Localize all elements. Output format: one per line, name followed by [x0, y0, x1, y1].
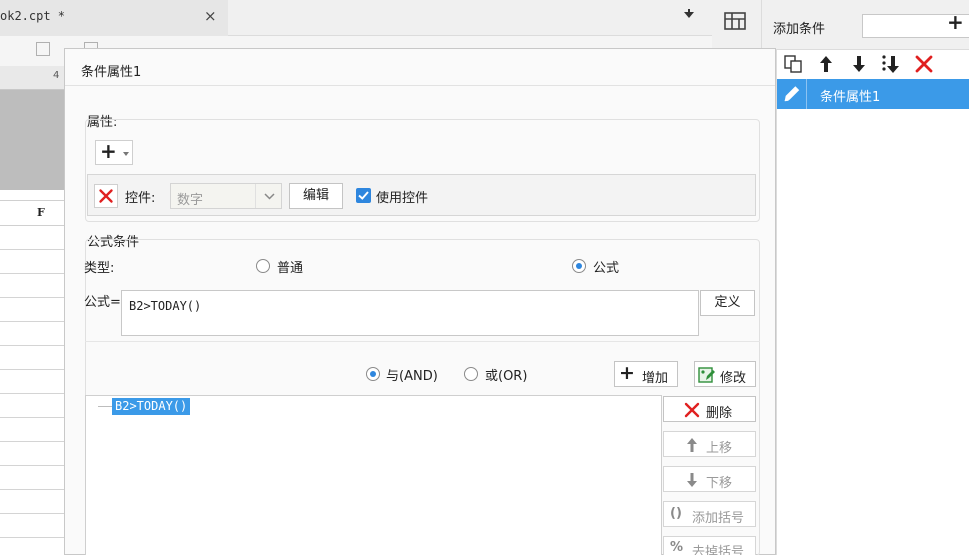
formula-input[interactable]: B2>TODAY() [121, 290, 699, 336]
edit-pencil-icon [784, 79, 807, 109]
delete-icon[interactable] [913, 53, 935, 75]
type-normal-radio[interactable] [256, 259, 270, 273]
type-formula-label: 公式 [593, 261, 620, 276]
remove-parentheses-icon: % [670, 540, 684, 555]
sheet-grid[interactable] [0, 226, 64, 555]
condition-panel-header: 添加条件 + [762, 0, 969, 50]
ruler: 4 [0, 66, 64, 90]
delete-button[interactable]: 删除 [663, 396, 756, 422]
copy-icon[interactable] [782, 53, 804, 75]
cell-attributes-icon[interactable] [724, 12, 746, 30]
chevron-down-icon [255, 184, 282, 208]
control-type-select[interactable]: 数字 [170, 183, 282, 209]
delete-button-label: 删除 [706, 406, 733, 421]
ruler-number: 4 [53, 70, 60, 81]
condition-panel: 条件属性1 [776, 50, 969, 555]
column-header[interactable]: F [0, 200, 64, 226]
condition-properties-dialog: 条件属性1 属性: + 控件: 数字 编辑 使用控件 公式条件 类型: 普通 公… [64, 48, 776, 555]
move-down-button[interactable]: 下移 [663, 466, 756, 492]
type-normal-label: 普通 [277, 261, 304, 276]
add-parentheses-button[interactable]: () 添加括号 [663, 501, 756, 527]
control-attribute-row: 控件: 数字 编辑 使用控件 [87, 174, 756, 216]
modify-button-label: 修改 [720, 371, 747, 386]
arrow-up-icon [687, 438, 697, 452]
plus-icon: + [619, 362, 635, 384]
add-button[interactable]: + 增加 [614, 361, 678, 387]
move-bottom-icon[interactable] [879, 53, 901, 75]
formula-label: 公式= [84, 295, 121, 310]
add-parentheses-label: 添加括号 [692, 511, 745, 526]
logic-and-radio[interactable] [366, 367, 380, 381]
logic-or-label: 或(OR) [485, 369, 528, 384]
checkmark-icon [358, 191, 369, 200]
delete-icon [684, 402, 700, 418]
tab-close-icon[interactable]: × [204, 7, 217, 25]
plus-icon: + [100, 139, 117, 163]
workbook-tab[interactable]: ok2.cpt * × [0, 0, 228, 36]
modify-button[interactable]: 修改 [694, 361, 756, 387]
move-down-button-label: 下移 [706, 476, 733, 491]
edit-button[interactable]: 编辑 [289, 183, 343, 209]
delete-icon [99, 189, 113, 203]
type-label: 类型: [84, 261, 115, 276]
add-button-label: 增加 [642, 371, 669, 386]
logic-and-label: 与(AND) [386, 369, 438, 384]
column-letter: F [37, 206, 45, 219]
type-formula-radio[interactable] [572, 259, 586, 273]
condition-list-item-label: 条件属性1 [820, 90, 881, 105]
arrow-down-icon[interactable] [848, 53, 870, 75]
define-button[interactable]: 定义 [700, 290, 755, 316]
arrow-down-icon [687, 473, 697, 487]
condition-list-entry[interactable]: B2>TODAY() [112, 398, 191, 415]
dialog-title: 条件属性1 [81, 65, 142, 80]
parentheses-icon: () [670, 506, 682, 521]
logic-or-radio[interactable] [464, 367, 478, 381]
control-label: 控件: [125, 191, 156, 206]
use-control-label: 使用控件 [376, 191, 429, 206]
add-condition-icon[interactable]: + [947, 10, 964, 34]
condition-list-item[interactable]: 条件属性1 [777, 79, 969, 109]
sheet-gray-area [0, 90, 64, 190]
condition-list[interactable]: B2>TODAY() [85, 395, 662, 555]
condition-toolbar [777, 50, 969, 78]
dropdown-arrow-icon [123, 152, 129, 156]
use-control-checkbox[interactable] [356, 188, 371, 203]
workbook-tab-bar: ok2.cpt * × [0, 0, 712, 36]
move-up-button-label: 上移 [706, 441, 733, 456]
remove-parentheses-button[interactable]: % 去掉括号 [663, 536, 756, 555]
remove-parentheses-label: 去掉括号 [692, 545, 745, 555]
condition-panel-title: 添加条件 [773, 22, 826, 37]
modify-icon [698, 367, 715, 383]
workbook-tab-title: ok2.cpt * [0, 9, 66, 23]
arrow-up-icon[interactable] [815, 53, 837, 75]
remove-attribute-button[interactable] [94, 184, 118, 208]
formula-text: B2>TODAY() [129, 299, 202, 313]
move-up-button[interactable]: 上移 [663, 431, 756, 457]
add-attribute-button[interactable]: + [95, 139, 133, 165]
format-painter-icon[interactable] [36, 42, 50, 56]
control-type-value: 数字 [177, 193, 204, 208]
